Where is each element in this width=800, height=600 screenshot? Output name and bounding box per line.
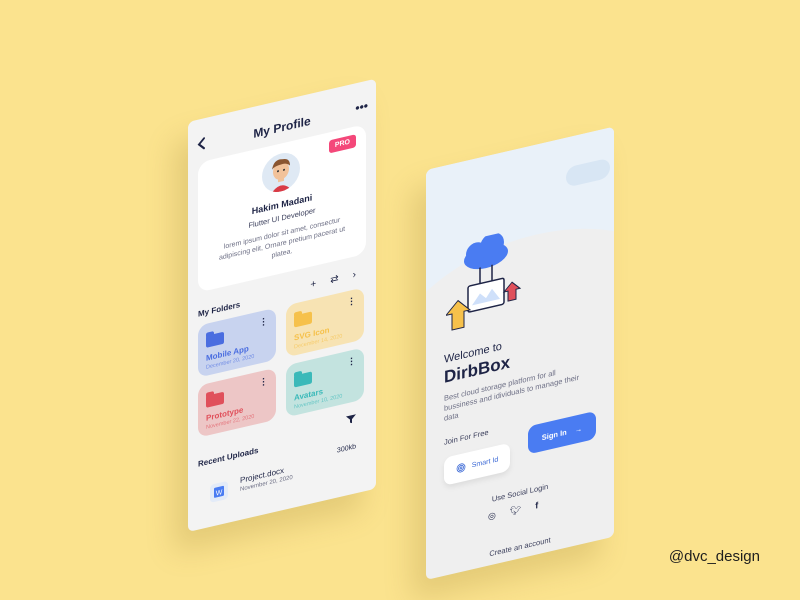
profile-screen: My Profile ••• PRO Hakim Madani Flutter …	[188, 78, 376, 533]
smart-id-label: Smart Id	[471, 455, 499, 469]
folder-card-avatars[interactable]: ⋮ Avatars November 10, 2020	[286, 347, 364, 418]
more-horizontal-icon[interactable]: •••	[355, 98, 368, 115]
profile-card: PRO Hakim Madani Flutter UI Developer lo…	[198, 123, 366, 293]
social-login-row: ◎ 🐦︎ f	[488, 500, 538, 523]
file-size: 300kb	[336, 443, 356, 455]
folder-card-prototype[interactable]: ⋮ Prototype November 22, 2020	[198, 367, 276, 438]
add-icon[interactable]: +	[310, 278, 316, 290]
create-account-link[interactable]: Create an account	[426, 521, 614, 573]
word-document-icon: W	[210, 480, 228, 503]
folders-actions: + ⇄ ›	[310, 269, 356, 291]
folder-card-mobile-app[interactable]: ⋮ Mobile App December 20, 2020	[198, 307, 276, 378]
svg-text:W: W	[216, 488, 223, 497]
folder-icon	[206, 331, 224, 348]
chevron-right-icon[interactable]: ›	[353, 269, 356, 281]
instagram-icon[interactable]: ◎	[488, 510, 496, 523]
cloud-storage-illustration	[446, 232, 522, 331]
sign-in-label: Sign In	[541, 427, 567, 442]
recent-uploads-title: Recent Uploads	[198, 445, 259, 469]
folders-title: My Folders	[198, 299, 241, 319]
pro-badge: PRO	[328, 134, 356, 154]
more-vertical-icon[interactable]: ⋮	[259, 376, 268, 389]
more-vertical-icon[interactable]: ⋮	[347, 355, 356, 368]
arrow-right-icon: →	[574, 423, 583, 435]
welcome-screen: Welcome to DirbBox Best cloud storage pl…	[426, 126, 614, 581]
folder-icon	[294, 371, 312, 388]
more-vertical-icon[interactable]: ⋮	[259, 316, 268, 329]
filter-icon[interactable]	[346, 413, 356, 425]
folder-card-svg-icon[interactable]: ⋮ SVG Icon December 14, 2020	[286, 287, 364, 358]
designer-credit: @dvc_design	[668, 548, 760, 565]
facebook-icon[interactable]: f	[535, 500, 538, 512]
smart-id-button[interactable]: Smart Id	[444, 442, 510, 486]
more-vertical-icon[interactable]: ⋮	[347, 295, 356, 308]
folder-icon	[206, 391, 224, 408]
filter-sliders-icon[interactable]: ⇄	[330, 273, 338, 286]
fingerprint-icon	[456, 463, 466, 473]
avatar	[262, 149, 300, 196]
twitter-icon[interactable]: 🐦︎	[510, 504, 521, 518]
folder-icon	[294, 311, 312, 328]
